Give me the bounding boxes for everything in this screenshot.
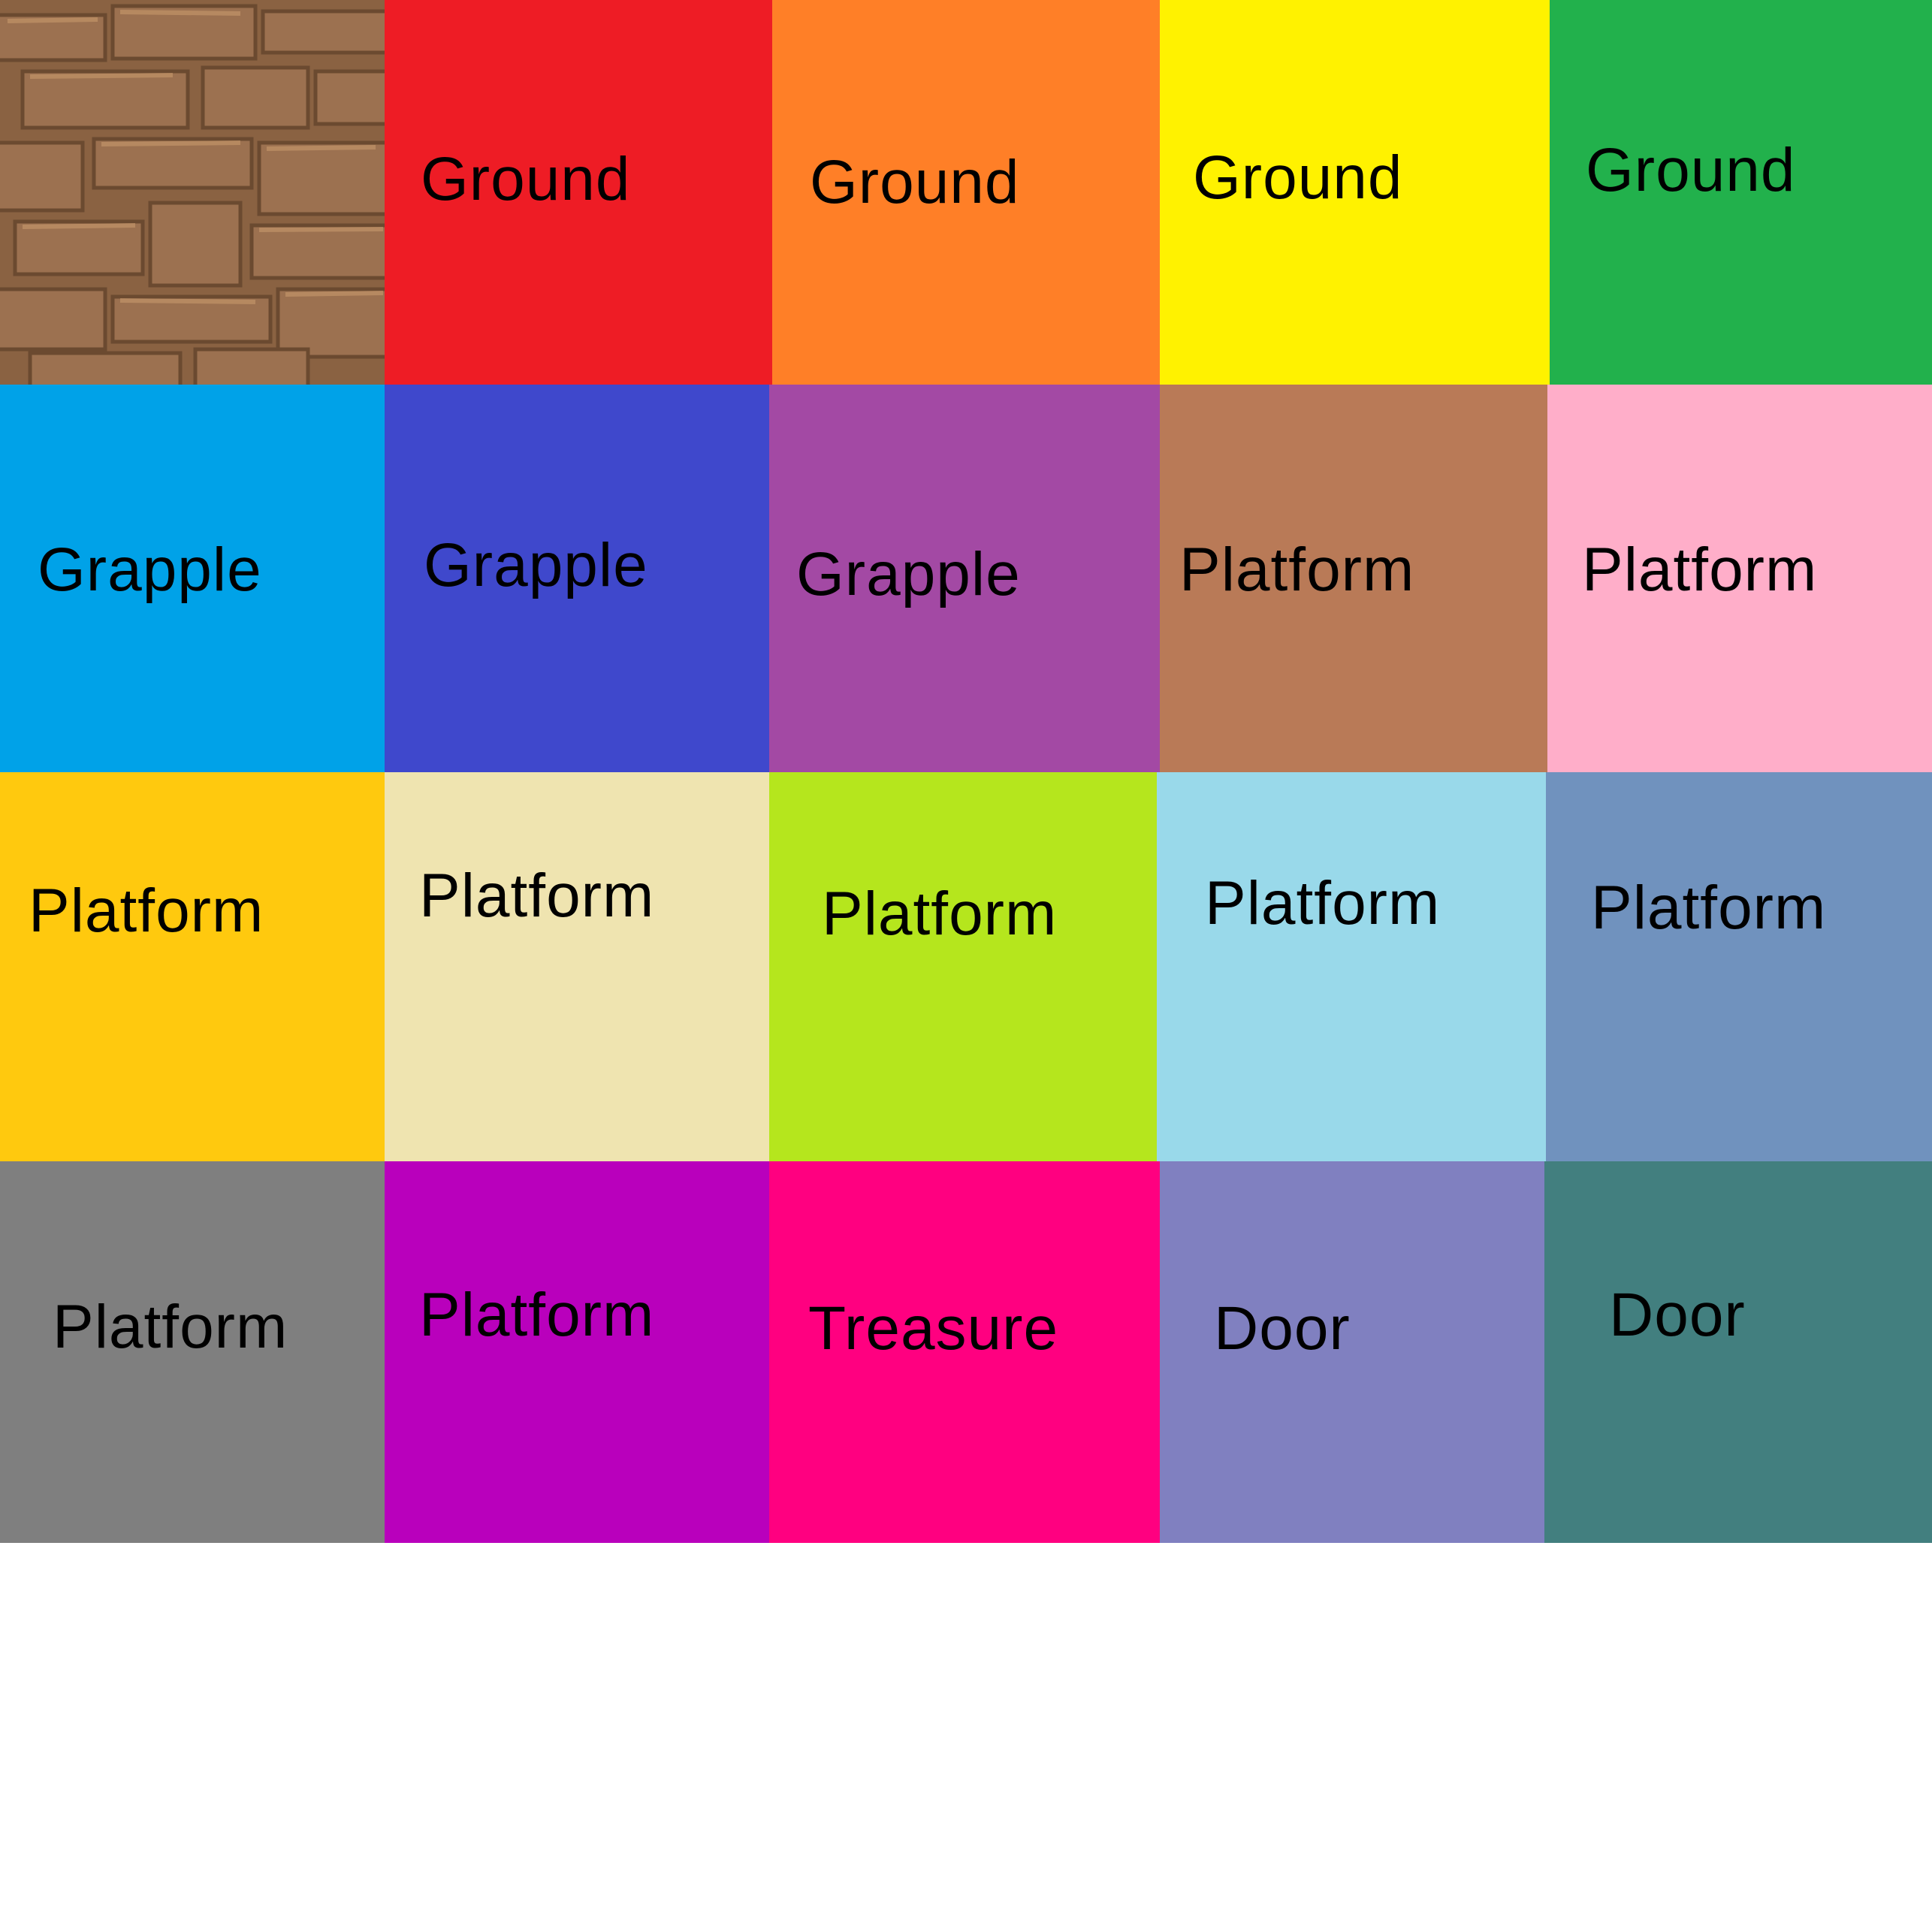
tile-grapple-cyan: Grapple [0,385,385,772]
tile-label: Door [1609,1281,1746,1349]
tile-platform-gold: Platform [0,772,385,1161]
tile-grapple-indigo: Grapple [385,385,769,772]
tile-platform-brown: Platform [1160,385,1547,772]
tile-label: Ground [1586,136,1796,204]
tile-label: Platform [1591,874,1827,942]
tile-label: Ground [1193,143,1403,212]
tile-label: Ground [421,145,631,213]
tile-door-teal: Door [1544,1161,1932,1543]
tile-label: Platform [419,1281,655,1349]
tile-ground-yellow: Ground [1160,0,1550,385]
tile-label: Platform [1205,869,1441,937]
tile-platform-magenta: Platform [385,1161,769,1543]
tile-platform-gray: Platform [0,1161,385,1543]
tile-label: Grapple [424,531,648,599]
tile-ground-red: Ground [385,0,772,385]
tile-label: Platform [419,862,655,930]
tile-platform-pink: Platform [1547,385,1932,772]
tile-platform-steelblue: Platform [1546,772,1932,1161]
tile-label: Treasure [808,1294,1059,1363]
tile-label: Platform [822,880,1058,948]
tile-label: Grapple [38,536,262,604]
tile-door-lavender: Door [1160,1161,1544,1543]
tile-palette-sheet: Ground Ground Ground Ground Grapple Grap… [0,0,1932,1543]
tile-platform-cream: Platform [385,772,769,1161]
tile-platform-lightblue: Platform [1157,772,1546,1161]
tile-label: Door [1214,1294,1351,1363]
tile-label: Platform [1582,536,1818,604]
tile-platform-lime: Platform [769,772,1157,1161]
rock-texture-icon [0,0,385,385]
tile-label: Platform [29,877,264,945]
tile-ground-green: Ground [1550,0,1932,385]
tile-grapple-purple: Grapple [769,385,1160,772]
tile-label: Platform [1179,536,1415,604]
tile-label: Ground [810,148,1020,216]
tile-label: Platform [53,1293,288,1361]
tile-ground-orange: Ground [772,0,1160,385]
tile-rock-texture [0,0,385,385]
tile-label: Grapple [796,540,1021,608]
tile-treasure-hotpink: Treasure [769,1161,1160,1543]
